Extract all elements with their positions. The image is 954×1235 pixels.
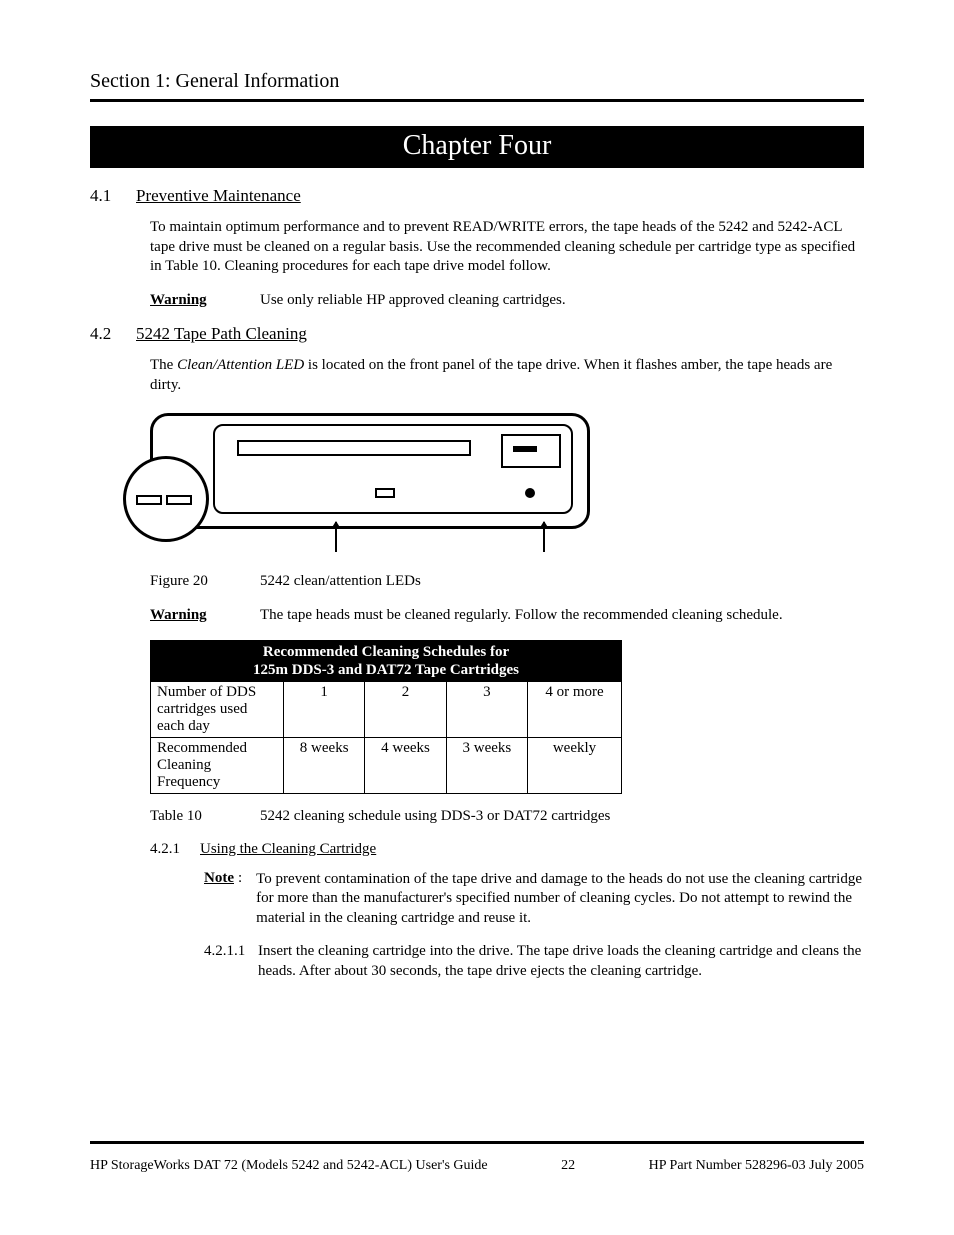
display-icon xyxy=(501,434,561,468)
warning-text: Use only reliable HP approved cleaning c… xyxy=(260,292,566,308)
zoom-slit-icon xyxy=(136,495,162,505)
front-panel xyxy=(213,424,573,514)
figure-20-caption: Figure 205242 clean/attention LEDs xyxy=(150,573,864,590)
heading-4-2-1-num: 4.2.1 xyxy=(150,841,200,858)
cell: weekly xyxy=(528,737,622,793)
table-caption-text: 5242 cleaning schedule using DDS-3 or DA… xyxy=(260,808,610,824)
footer-left: HP StorageWorks DAT 72 (Models 5242 and … xyxy=(90,1158,488,1174)
step-number: 4.2.1.1 xyxy=(204,942,258,981)
page-footer: HP StorageWorks DAT 72 (Models 5242 and … xyxy=(90,1158,864,1174)
note-label: Note xyxy=(204,870,234,929)
table-row: Recommended Cleaning Frequency 8 weeks 4… xyxy=(151,737,622,793)
warning-4-2: WarningThe tape heads must be cleaned re… xyxy=(150,606,864,626)
cell: 3 weeks xyxy=(446,737,527,793)
footer-rule xyxy=(90,1141,864,1144)
clean-led-icon xyxy=(375,488,395,498)
warning-4-1: WarningUse only reliable HP approved cle… xyxy=(150,291,864,311)
zoom-circle-icon xyxy=(123,456,209,542)
warning-label: Warning xyxy=(150,291,260,311)
cell: 3 xyxy=(446,681,527,737)
body-4-2-em: Clean/Attention LED xyxy=(177,357,304,373)
cell: 8 weeks xyxy=(284,737,365,793)
zoom-slit-icon xyxy=(166,495,192,505)
body-4-2: The Clean/Attention LED is located on th… xyxy=(150,356,864,395)
attention-led-icon xyxy=(525,488,535,498)
chapter-title-bar: Chapter Four xyxy=(90,126,864,168)
heading-4-2-1: 4.2.1Using the Cleaning Cartridge xyxy=(150,841,864,858)
body-4-2-pre: The xyxy=(150,357,177,373)
heading-4-1-title: Preventive Maintenance xyxy=(136,186,301,205)
figure-number: Figure 20 xyxy=(150,573,260,590)
cartridge-slot-icon xyxy=(237,440,471,456)
note-text: To prevent contamination of the tape dri… xyxy=(256,870,864,929)
heading-4-2: 4.25242 Tape Path Cleaning xyxy=(90,324,864,344)
body-4-1: To maintain optimum performance and to p… xyxy=(150,218,864,277)
cell: 1 xyxy=(284,681,365,737)
heading-4-2-title: 5242 Tape Path Cleaning xyxy=(136,324,307,343)
heading-4-2-num: 4.2 xyxy=(90,324,136,344)
heading-4-1-num: 4.1 xyxy=(90,186,136,206)
table-number: Table 10 xyxy=(150,808,260,825)
figure-20 xyxy=(150,413,590,529)
arrow-icon xyxy=(335,522,337,552)
warning-label: Warning xyxy=(150,606,260,626)
figure-caption-text: 5242 clean/attention LEDs xyxy=(260,573,421,589)
warning-text: The tape heads must be cleaned regularly… xyxy=(260,607,783,623)
row-label: Recommended Cleaning Frequency xyxy=(151,737,284,793)
note-colon: : xyxy=(238,870,242,929)
table-10: Recommended Cleaning Schedules for 125m … xyxy=(150,640,622,794)
row-label: Number of DDS cartridges used each day xyxy=(151,681,284,737)
footer-page: 22 xyxy=(561,1158,575,1174)
step-4-2-1-1: 4.2.1.1 Insert the cleaning cartridge in… xyxy=(204,942,864,981)
step-text: Insert the cleaning cartridge into the d… xyxy=(258,942,864,981)
table-10-caption: Table 105242 cleaning schedule using DDS… xyxy=(150,808,864,825)
note-block: Note: To prevent contamination of the ta… xyxy=(204,870,864,929)
tape-drive-diagram xyxy=(150,413,590,529)
heading-4-1: 4.1Preventive Maintenance xyxy=(90,186,864,206)
arrow-icon xyxy=(543,522,545,552)
heading-4-2-1-title: Using the Cleaning Cartridge xyxy=(200,841,376,857)
section-header: Section 1: General Information xyxy=(90,70,864,93)
table-row: Number of DDS cartridges used each day 1… xyxy=(151,681,622,737)
header-rule xyxy=(90,99,864,102)
cell: 4 or more xyxy=(528,681,622,737)
cell: 4 weeks xyxy=(365,737,446,793)
table-10-header: Recommended Cleaning Schedules for 125m … xyxy=(151,640,622,681)
cell: 2 xyxy=(365,681,446,737)
footer-right: HP Part Number 528296-03 July 2005 xyxy=(649,1158,864,1174)
